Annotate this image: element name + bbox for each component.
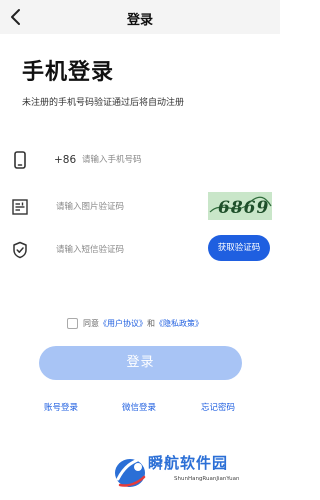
captcha-text: 6869 — [218, 198, 269, 218]
captcha-icon — [12, 199, 28, 215]
captcha-row: 6869 — [12, 192, 272, 222]
watermark: 瞬航软件园 ShunHangRuanJianYuan — [112, 449, 272, 497]
account-login-link[interactable]: 账号登录 — [44, 401, 78, 413]
watermark-subtext: ShunHangRuanJianYuan — [174, 476, 240, 482]
sms-row: 获取验证码 — [12, 235, 270, 265]
watermark-logo-icon — [115, 455, 146, 487]
user-agreement-link[interactable]: 《用户协议》 — [99, 319, 147, 328]
forgot-password-link[interactable]: 忘记密码 — [201, 401, 235, 413]
privacy-policy-link[interactable]: 《隐私政策》 — [155, 319, 203, 328]
agreement-prefix: 同意 — [83, 319, 99, 328]
get-sms-code-button[interactable]: 获取验证码 — [208, 235, 270, 261]
captcha-input[interactable] — [56, 197, 206, 217]
navbar: 登录 — [0, 0, 280, 34]
shield-check-icon — [13, 241, 27, 259]
country-code[interactable]: +86 — [54, 154, 76, 166]
phone-row: +86 — [12, 145, 270, 175]
phone-icon — [14, 151, 26, 169]
captcha-image-graphic: 6869 — [208, 192, 272, 220]
page-subtitle: 未注册的手机号码验证通过后将自动注册 — [22, 98, 185, 108]
agreement-checkbox[interactable] — [67, 318, 78, 329]
wechat-login-link[interactable]: 微信登录 — [122, 401, 156, 413]
phone-input[interactable] — [82, 150, 232, 170]
nav-title: 登录 — [126, 13, 153, 28]
agreement-and: 和 — [147, 319, 155, 328]
login-button[interactable]: 登录 — [39, 346, 242, 380]
sms-code-input[interactable] — [56, 240, 206, 260]
agreement-row: 同意《用户协议》和《隐私政策》 — [67, 318, 203, 332]
page-title: 手机登录 — [22, 60, 115, 85]
watermark-text: 瞬航软件园 — [148, 454, 229, 472]
captcha-image[interactable]: 6869 — [208, 192, 272, 220]
